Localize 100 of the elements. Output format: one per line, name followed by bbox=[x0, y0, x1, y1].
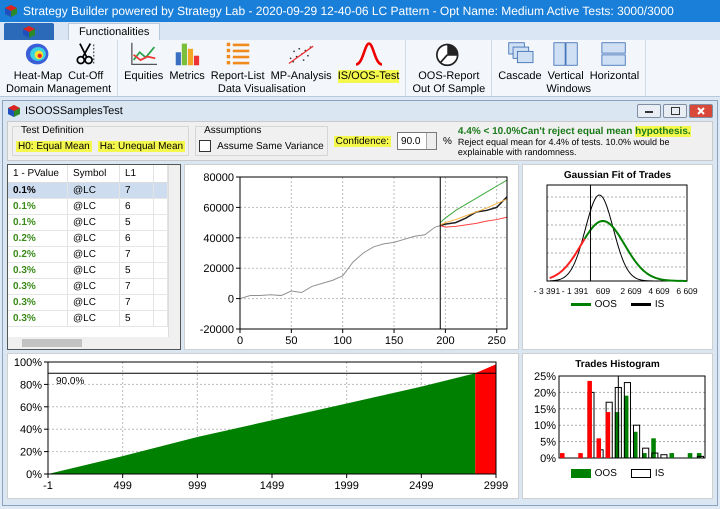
table-row[interactable]: 0.3% @LC 7 bbox=[8, 295, 168, 311]
close-button[interactable] bbox=[689, 104, 713, 118]
group-label: Data Visualisation bbox=[218, 83, 306, 96]
table-row[interactable]: 0.3% @LC 7 bbox=[8, 279, 168, 295]
column-header[interactable]: 1 - PValue bbox=[8, 165, 68, 182]
table-cell: @LC bbox=[68, 199, 120, 214]
minimize-button[interactable] bbox=[637, 104, 661, 118]
axis-label: -20000 bbox=[200, 324, 234, 336]
ribbon-button[interactable]: OOS-Report bbox=[418, 70, 480, 83]
column-header[interactable]: L1 bbox=[120, 165, 154, 182]
axis-label: -1 bbox=[43, 480, 53, 492]
result-note: Reject equal mean for 4.4% of tests. 10.0% would be explainable with randomness. bbox=[458, 136, 671, 156]
axis-label: - 1 391 bbox=[561, 286, 588, 296]
ribbon-button[interactable]: Cut-Off bbox=[68, 70, 104, 83]
axis-label: 100 bbox=[334, 335, 352, 347]
table-cell: @LC bbox=[68, 295, 120, 310]
table-cell: 5 bbox=[120, 311, 154, 326]
legend-label: OOS bbox=[594, 299, 617, 310]
group-title: Test Definition bbox=[20, 125, 85, 136]
ribbon-button[interactable]: MP-Analysis bbox=[270, 70, 332, 83]
axis-label: 60% bbox=[20, 402, 42, 414]
ribbon-button[interactable]: Report-List bbox=[210, 70, 265, 83]
group-title: Assumptions bbox=[203, 125, 262, 136]
result-message: 4.4% < 10.0%Can't reject equal mean hypothesis. bbox=[458, 126, 692, 136]
table-cell: 0.3% bbox=[8, 279, 68, 294]
close-icon bbox=[697, 107, 705, 115]
table-cell: 0.2% bbox=[8, 247, 68, 262]
checkbox[interactable] bbox=[199, 140, 212, 152]
axis-label: 6 609 bbox=[676, 286, 698, 296]
legend-label: OOS bbox=[594, 468, 617, 479]
axis-label: - 3 391 bbox=[533, 286, 560, 296]
maximize-icon bbox=[670, 107, 680, 115]
legend-label: IS bbox=[654, 299, 664, 310]
app-icon bbox=[4, 4, 18, 18]
ribbon-tab[interactable]: Functionalities bbox=[68, 23, 160, 40]
hypothesis-label: H0: Equal Mean bbox=[16, 141, 92, 152]
axis-label: 100% bbox=[14, 357, 42, 369]
axis-label: 2499 bbox=[409, 480, 434, 492]
table-cell: 7 bbox=[120, 247, 154, 262]
ribbon-button[interactable]: Metrics bbox=[169, 70, 205, 83]
table-cell: @LC bbox=[68, 215, 120, 230]
axis-label: 2999 bbox=[484, 480, 508, 492]
axis-label: 0 bbox=[228, 294, 234, 306]
confidence-label: Confidence: bbox=[334, 136, 392, 146]
axis-label: 499 bbox=[113, 480, 132, 492]
chart-title: Gaussian Fit of Trades bbox=[564, 170, 672, 181]
maximize-button[interactable] bbox=[663, 104, 687, 118]
table-row[interactable]: 0.2% @LC 7 bbox=[8, 247, 168, 263]
table-cell: 5 bbox=[120, 215, 154, 230]
axis-label: 25% bbox=[533, 371, 556, 383]
ribbon-button[interactable]: Horizontal bbox=[590, 70, 640, 83]
axis-label: 250 bbox=[488, 335, 506, 347]
axis-label: 40% bbox=[20, 424, 42, 436]
ribbon-button[interactable]: Cascade bbox=[498, 70, 542, 83]
axis-label: 80% bbox=[20, 379, 42, 392]
table-cell: 6 bbox=[120, 231, 154, 246]
line-chart-icon bbox=[128, 41, 159, 67]
table-cell: 0.2% bbox=[8, 231, 68, 246]
table-row[interactable]: 0.1% @LC 5 bbox=[8, 215, 168, 231]
axis-label: 609 bbox=[595, 286, 610, 296]
table-row[interactable]: 0.3% @LC 5 bbox=[8, 263, 168, 279]
scrollbar[interactable] bbox=[8, 337, 180, 349]
reference-label: 90.0% bbox=[56, 376, 84, 388]
table-cell: @LC bbox=[68, 263, 120, 278]
group-label: Out Of Sample bbox=[412, 83, 486, 96]
scrollbar[interactable] bbox=[168, 165, 180, 337]
column-header[interactable]: Symbol bbox=[68, 165, 120, 182]
table-row[interactable]: 0.3% @LC 5 bbox=[8, 311, 168, 327]
axis-label: 15% bbox=[533, 404, 556, 416]
axis-label: 0 bbox=[236, 335, 244, 347]
axis-label: 60000 bbox=[203, 202, 234, 214]
axis-label: 20% bbox=[20, 446, 42, 459]
table-cell: 7 bbox=[120, 279, 154, 294]
table-row[interactable]: 0.1% @LC 6 bbox=[8, 199, 168, 215]
chart-title: Trades Histogram bbox=[575, 359, 660, 370]
axis-label: 4 609 bbox=[648, 286, 670, 296]
table-cell: 0.3% bbox=[8, 263, 68, 278]
app-icon bbox=[7, 104, 21, 118]
legend-label: IS bbox=[654, 468, 664, 479]
window-title: Strategy Builder powered by Strategy Lab - 2020-09-29 12-40-06 LC Pattern - Opt Name: Medium Active Tests: 3000/3000 bbox=[23, 4, 674, 18]
window-title: ISOOSSamplesTest bbox=[25, 105, 123, 117]
table-cell: @LC bbox=[68, 231, 120, 246]
table-row[interactable]: 0.2% @LC 6 bbox=[8, 231, 168, 247]
hypothesis-label: Ha: Unequal Mean bbox=[98, 141, 186, 152]
confidence-spinner[interactable]: 90.0 bbox=[397, 132, 438, 150]
table-row[interactable]: 0.1% @LC 7 bbox=[8, 183, 168, 199]
table-cell: @LC bbox=[68, 247, 120, 262]
table-cell: 0.3% bbox=[8, 295, 68, 310]
axis-label: 20000 bbox=[203, 263, 234, 276]
bell-curve-icon bbox=[354, 41, 384, 67]
table-cell: 6 bbox=[120, 199, 154, 214]
axis-label: 20% bbox=[533, 387, 556, 400]
ribbon-button[interactable]: Equities bbox=[124, 70, 164, 83]
axis-label: 5% bbox=[540, 436, 556, 449]
app-icon bbox=[22, 24, 36, 38]
ribbon-button[interactable]: Heat-Map bbox=[14, 70, 62, 83]
axis-label: 2 609 bbox=[620, 286, 642, 296]
group-label: Windows bbox=[546, 83, 592, 96]
ribbon-button[interactable]: Vertical bbox=[548, 70, 584, 83]
axis-label: 40000 bbox=[203, 232, 234, 245]
